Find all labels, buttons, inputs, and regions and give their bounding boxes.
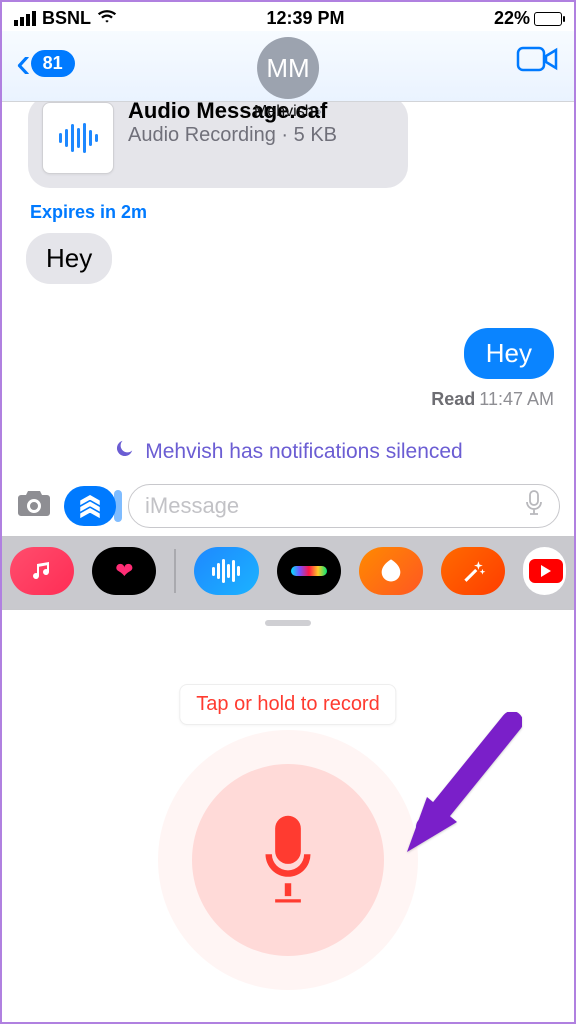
back-button[interactable]: ‹ 81 — [16, 50, 75, 77]
battery-icon — [534, 12, 562, 26]
annotation-arrow-icon — [372, 712, 522, 867]
imessage-apps-button[interactable] — [64, 486, 116, 526]
unread-badge: 81 — [31, 50, 75, 77]
app-effects[interactable] — [441, 547, 505, 595]
status-left: BSNL — [14, 8, 117, 29]
chevron-left-icon: ‹ — [16, 52, 31, 74]
avatar: MM — [257, 37, 319, 99]
app-music[interactable] — [10, 547, 74, 595]
drawer-handle[interactable] — [265, 620, 311, 626]
app-audio-messages[interactable] — [194, 547, 258, 595]
message-placeholder: iMessage — [145, 493, 239, 519]
carrier-label: BSNL — [42, 8, 91, 29]
silenced-text: Mehvish has notifications silenced — [145, 440, 463, 464]
wifi-icon — [97, 8, 117, 29]
status-bar: BSNL 12:39 PM 22% — [2, 2, 574, 31]
record-hint: Tap or hold to record — [179, 684, 396, 725]
video-call-button[interactable] — [516, 44, 560, 83]
expiry-label: Expires in 2m — [30, 202, 554, 223]
message-input[interactable]: iMessage — [128, 484, 560, 528]
imessage-app-strip[interactable]: ❤ — [2, 536, 574, 610]
conversation-area[interactable]: Audio Message.caf Audio Recording · 5 KB… — [2, 96, 574, 472]
conversation-header: ‹ 81 MM Mehvish › — [2, 31, 574, 102]
camera-button[interactable] — [16, 487, 52, 525]
audio-record-drawer: Tap or hold to record — [2, 620, 574, 1020]
audio-subtitle: Audio Recording · 5 KB — [128, 124, 337, 147]
dictation-icon[interactable] — [525, 490, 543, 522]
battery-percent: 22% — [494, 8, 530, 29]
strip-divider — [174, 549, 176, 593]
app-youtube[interactable] — [523, 547, 566, 595]
incoming-message[interactable]: Hey — [26, 233, 112, 284]
compose-row: iMessage — [2, 472, 574, 536]
chevron-right-icon: › — [317, 103, 322, 121]
moon-icon — [113, 438, 135, 466]
outgoing-message[interactable]: Hey — [464, 328, 554, 379]
read-time: 11:47 AM — [479, 389, 554, 409]
read-label: Read — [431, 389, 475, 409]
app-garageband[interactable] — [359, 547, 423, 595]
signal-bars-icon — [14, 11, 36, 26]
app-stickers[interactable] — [277, 547, 341, 595]
audio-waveform-icon — [42, 102, 114, 174]
clock: 12:39 PM — [266, 8, 344, 29]
status-right: 22% — [494, 8, 562, 29]
battery-indicator: 22% — [494, 8, 562, 29]
record-button[interactable] — [253, 813, 323, 908]
notifications-silenced: Mehvish has notifications silenced — [22, 438, 554, 466]
contact-info[interactable]: MM Mehvish › — [254, 37, 322, 121]
read-receipt: Read11:47 AM — [22, 389, 554, 410]
app-digital-touch[interactable]: ❤ — [92, 547, 156, 595]
audio-message-bubble[interactable]: Audio Message.caf Audio Recording · 5 KB — [28, 96, 408, 188]
contact-name: Mehvish — [254, 103, 314, 121]
